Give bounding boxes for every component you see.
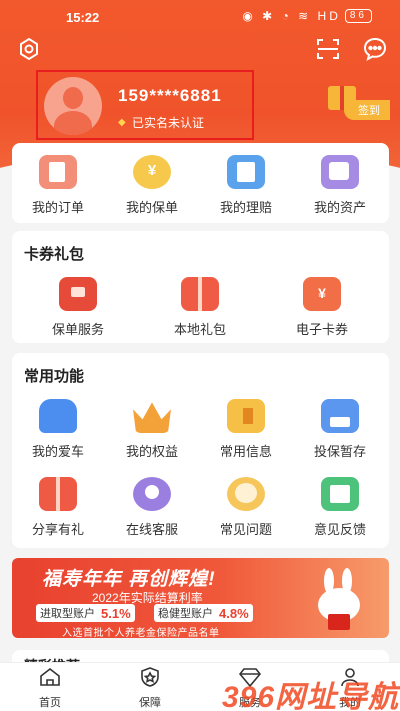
faq-icon — [227, 477, 265, 511]
banner-note: 入选首批个人养老金保险产品名单 — [62, 628, 220, 638]
functions-item-feedback[interactable]: 意见反馈 — [300, 477, 380, 538]
policy-icon — [133, 155, 171, 189]
status-time: 15:22 — [66, 10, 100, 25]
functions-item-common-info[interactable]: 常用信息 — [206, 399, 286, 460]
policy-service-icon — [59, 277, 97, 311]
badge-icon: ◆ — [118, 116, 126, 128]
bunny-mascot-icon — [312, 568, 366, 632]
message-button[interactable] — [362, 36, 388, 62]
signin-button[interactable]: 签到 — [322, 86, 400, 120]
grid-item-label: 在线客服 — [125, 522, 178, 537]
order-icon — [39, 155, 77, 189]
functions-card: 常用功能 我的爱车 我的权益 常用信息 投保暂存 分享有礼 在线客服 常见问题 … — [12, 353, 389, 548]
scan-icon — [317, 39, 339, 59]
orders-item-my-assets[interactable]: 我的资产 — [300, 155, 380, 216]
promo-banner[interactable]: 福寿年年 再创辉煌! 2022年实际结算利率 进取型账户 5.1% 稳健型账户 … — [12, 558, 389, 638]
avatar-body — [54, 111, 92, 135]
banner-title: 福寿年年 再创辉煌! — [42, 569, 216, 590]
grid-item-label: 保单服务 — [51, 322, 104, 337]
orders-item-my-orders[interactable]: 我的订单 — [18, 155, 98, 216]
rate-label: 进取型账户 — [40, 608, 95, 620]
crown-icon — [133, 402, 171, 433]
profile-card[interactable]: 159****6881 ◆ 已实名未认证 — [36, 70, 254, 140]
gift-box-icon — [181, 277, 219, 311]
functions-item-online-service[interactable]: 在线客服 — [112, 477, 192, 538]
section-title: 常用功能 — [24, 368, 85, 385]
rate-box-aggressive: 进取型账户 5.1% — [36, 604, 135, 622]
rate-value: 4.8% — [219, 605, 249, 621]
functions-item-saved-applications[interactable]: 投保暂存 — [300, 399, 380, 460]
tab-home[interactable]: 首页 — [20, 667, 80, 710]
verify-status[interactable]: ◆ 已实名未认证 — [118, 114, 204, 131]
grid-item-label: 意见反馈 — [313, 522, 366, 537]
settings-button[interactable] — [16, 36, 42, 62]
grid-item-label: 我的爱车 — [31, 444, 84, 459]
save-icon — [321, 399, 359, 433]
grid-item-label: 我的保单 — [125, 200, 178, 215]
rate-label: 稳健型账户 — [158, 608, 213, 620]
folder-icon — [227, 399, 265, 433]
watermark-text: 396网址导航 — [222, 681, 400, 711]
grid-item-label: 常用信息 — [219, 444, 272, 459]
share-gift-icon — [39, 477, 77, 511]
status-indicators: ◉ ✱ ◔ ≋ HD — [242, 9, 341, 23]
customer-service-icon — [133, 477, 171, 511]
verify-status-text: 已实名未认证 — [132, 116, 205, 130]
functions-item-share-gift[interactable]: 分享有礼 — [18, 477, 98, 538]
tab-label: 首页 — [39, 697, 61, 709]
grid-item-label: 本地礼包 — [173, 322, 226, 337]
assets-icon — [321, 155, 359, 189]
grid-item-label: 我的理赔 — [219, 200, 272, 215]
rate-value: 5.1% — [101, 605, 131, 621]
coupons-card: 卡券礼包 保单服务 本地礼包 电子卡券 — [12, 231, 389, 343]
grid-item-label: 我的订单 — [31, 200, 84, 215]
red-envelope-icon — [328, 614, 350, 630]
battery-icon: 86 — [344, 9, 372, 23]
car-icon — [39, 399, 77, 433]
grid-item-label: 我的权益 — [125, 444, 178, 459]
status-icons: ◉ ✱ ◔ ≋ HD 86 — [242, 9, 372, 23]
orders-card: 我的订单 我的保单 我的理赔 我的资产 — [12, 143, 389, 223]
tab-label: 保障 — [139, 697, 161, 709]
tab-protection[interactable]: 保障 — [120, 667, 180, 710]
coupon-icon — [303, 277, 341, 311]
avatar[interactable] — [44, 77, 102, 135]
rate-box-stable: 稳健型账户 4.8% — [154, 604, 253, 622]
section-title: 卡券礼包 — [24, 246, 85, 263]
feedback-icon — [321, 477, 359, 511]
coupons-item-policy-service[interactable]: 保单服务 — [38, 277, 118, 338]
functions-item-faq[interactable]: 常见问题 — [206, 477, 286, 538]
coupons-item-local-gift[interactable]: 本地礼包 — [160, 277, 240, 338]
scan-button[interactable] — [316, 38, 340, 60]
signin-label: 签到 — [344, 100, 390, 120]
functions-item-my-car[interactable]: 我的爱车 — [18, 399, 98, 460]
functions-item-my-rights[interactable]: 我的权益 — [112, 399, 192, 460]
grid-item-label: 我的资产 — [313, 200, 366, 215]
orders-item-my-claims[interactable]: 我的理赔 — [206, 155, 286, 216]
grid-item-label: 电子卡券 — [295, 322, 348, 337]
claim-icon — [227, 155, 265, 189]
grid-item-label: 常见问题 — [219, 522, 272, 537]
orders-item-my-policies[interactable]: 我的保单 — [112, 155, 192, 216]
gear-icon — [20, 37, 38, 61]
phone-number: 159****6881 — [118, 86, 222, 105]
grid-item-label: 分享有礼 — [31, 522, 84, 537]
status-bar: 15:22 ◉ ✱ ◔ ≋ HD 86 — [0, 0, 400, 34]
home-icon — [40, 667, 60, 686]
coupons-item-e-coupon[interactable]: 电子卡券 — [282, 277, 362, 338]
grid-item-label: 投保暂存 — [313, 444, 366, 459]
avatar-head — [63, 87, 83, 109]
chat-bubble-icon — [363, 37, 387, 61]
shield-star-icon — [141, 667, 159, 687]
